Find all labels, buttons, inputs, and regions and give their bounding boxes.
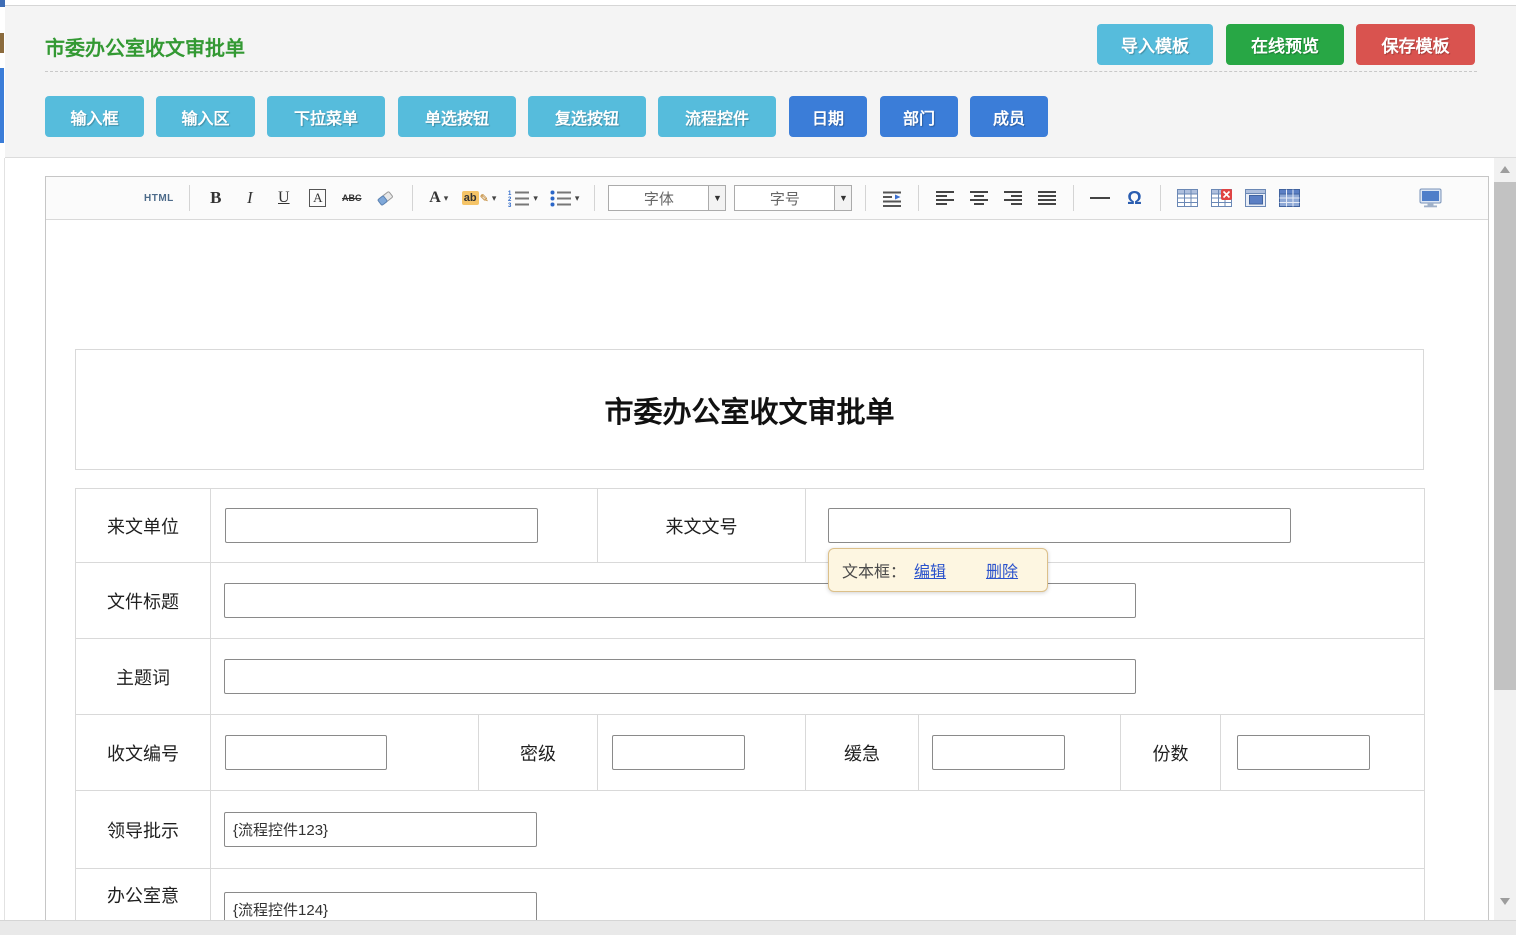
left-edge-artifact-brown (0, 33, 4, 53)
ordered-list-icon[interactable]: 123 ▾ (508, 184, 538, 212)
toolbar-separator (189, 185, 190, 211)
table-row: 来文单位 来文文号 (76, 489, 1425, 563)
table-cell-properties-icon[interactable] (1244, 184, 1266, 212)
font-color-icon[interactable]: A▾ (428, 184, 450, 212)
form-title: 市委办公室收文审批单 (604, 389, 894, 431)
toolbar-separator (865, 185, 866, 211)
editor-toolbar: HTML B I U A ABC A▾ ab✎▾ 123 ▾ ▾ 字体▼ 字号▼ (46, 177, 1488, 220)
toolbox-button-checkbox[interactable]: 复选按钮 (528, 96, 646, 137)
toolbar-separator (412, 185, 413, 211)
copies-label: 份数 (1121, 715, 1221, 791)
italic-icon[interactable]: I (239, 184, 261, 212)
triangle-up-icon (1500, 166, 1510, 173)
widget-delete-link[interactable]: 删除 (986, 558, 1018, 582)
doc-number-input[interactable] (828, 508, 1291, 543)
left-edge-line (4, 158, 5, 935)
font-family-select[interactable]: 字体▼ (608, 185, 726, 211)
secrecy-label: 密级 (479, 715, 598, 791)
toolbar-separator (594, 185, 595, 211)
strikethrough-icon[interactable]: ABC (341, 184, 363, 212)
doc-number-label: 来文文号 (598, 489, 806, 563)
scrollbar-up-button[interactable] (1494, 158, 1516, 180)
align-left-icon[interactable] (934, 184, 956, 212)
toolbox-button-member[interactable]: 成员 (970, 96, 1048, 137)
form-title-cell: 市委办公室收文审批单 (75, 349, 1424, 470)
toolbox-button-department[interactable]: 部门 (880, 96, 958, 137)
delete-table-icon[interactable] (1210, 184, 1232, 212)
online-preview-button[interactable]: 在线预览 (1226, 24, 1344, 65)
toolbox-button-input-box[interactable]: 输入框 (45, 96, 144, 137)
doc-title-label: 文件标题 (76, 563, 211, 639)
table-row: 领导批示 (76, 791, 1425, 869)
font-size-select[interactable]: 字号▼ (734, 185, 852, 211)
chevron-down-icon: ▾ (492, 193, 497, 204)
widget-tooltip: 文本框： 编辑 删除 (828, 548, 1048, 592)
chevron-down-icon: ▾ (575, 193, 580, 204)
horizontal-rule-icon[interactable] (1089, 184, 1111, 212)
rich-text-editor: HTML B I U A ABC A▾ ab✎▾ 123 ▾ ▾ 字体▼ 字号▼ (45, 176, 1489, 935)
table-full-grid-icon[interactable] (1278, 184, 1300, 212)
receipt-no-label: 收文编号 (76, 715, 211, 791)
table-row: 收文编号 密级 缓急 份数 (76, 715, 1425, 791)
chevron-down-icon: ▼ (834, 186, 851, 210)
source-unit-input[interactable] (225, 508, 538, 543)
toolbox-button-flow-control[interactable]: 流程控件 (658, 96, 776, 137)
secrecy-input[interactable] (612, 735, 745, 770)
unordered-list-icon[interactable]: ▾ (550, 184, 580, 212)
chevron-down-icon: ▾ (533, 193, 538, 204)
eraser-icon[interactable] (375, 184, 397, 212)
chevron-down-icon: ▾ (444, 193, 449, 204)
underline-icon[interactable]: U (273, 184, 295, 212)
text-style-icon[interactable]: A (309, 189, 326, 207)
insert-table-icon[interactable] (1176, 184, 1198, 212)
keywords-input[interactable] (224, 659, 1136, 694)
toolbox-button-input-area[interactable]: 输入区 (156, 96, 255, 137)
leader-note-input[interactable] (224, 812, 537, 847)
widget-type-label: 文本框： (842, 558, 906, 582)
scrollbar-down-button[interactable] (1494, 890, 1516, 912)
urgency-input[interactable] (932, 735, 1065, 770)
align-right-icon[interactable] (1002, 184, 1024, 212)
keywords-label: 主题词 (76, 639, 211, 715)
approval-form-table: 来文单位 来文文号 文件标题 主题词 收文编号 密级 缓急 份数 (75, 488, 1425, 935)
html-source-icon[interactable]: HTML (144, 184, 174, 212)
toolbox-button-dropdown-menu[interactable]: 下拉菜单 (267, 96, 385, 137)
header-dashed-separator (45, 71, 1477, 72)
left-edge-artifact-blue (0, 68, 4, 143)
fullscreen-icon[interactable] (1419, 184, 1442, 212)
copies-input[interactable] (1237, 735, 1370, 770)
leader-note-label: 领导批示 (76, 791, 211, 869)
triangle-down-icon (1500, 898, 1510, 905)
toolbar-separator (918, 185, 919, 211)
source-unit-label: 来文单位 (76, 489, 211, 563)
special-character-icon[interactable]: Ω (1123, 184, 1145, 212)
align-center-icon[interactable] (968, 184, 990, 212)
svg-text:3: 3 (508, 203, 512, 207)
align-justify-icon[interactable] (1036, 184, 1058, 212)
vertical-scrollbar[interactable] (1494, 158, 1516, 935)
save-template-button[interactable]: 保存模板 (1356, 24, 1475, 65)
highlight-color-icon[interactable]: ab✎▾ (462, 184, 497, 212)
bottom-scroll-strip (0, 920, 1516, 935)
table-row: 主题词 (76, 639, 1425, 715)
page-title: 市委办公室收文审批单 (45, 32, 245, 61)
toolbox-button-radio[interactable]: 单选按钮 (398, 96, 516, 137)
scrollbar-thumb[interactable] (1494, 182, 1516, 690)
app-window: 市委办公室收文审批单 导入模板 在线预览 保存模板 输入框 输入区 下拉菜单 单… (0, 0, 1516, 935)
toolbox-button-date[interactable]: 日期 (789, 96, 867, 137)
header-panel: 市委办公室收文审批单 导入模板 在线预览 保存模板 输入框 输入区 下拉菜单 单… (5, 6, 1516, 158)
widget-edit-link[interactable]: 编辑 (914, 558, 946, 582)
import-template-button[interactable]: 导入模板 (1097, 24, 1213, 65)
toolbar-separator (1160, 185, 1161, 211)
pencil-icon: ✎ (480, 192, 489, 205)
table-row: 文件标题 (76, 563, 1425, 639)
indent-icon[interactable] (881, 184, 903, 212)
receipt-no-input[interactable] (225, 735, 387, 770)
urgency-label: 缓急 (806, 715, 919, 791)
chevron-down-icon: ▼ (708, 186, 725, 210)
toolbar-separator (1073, 185, 1074, 211)
bold-icon[interactable]: B (205, 184, 227, 212)
